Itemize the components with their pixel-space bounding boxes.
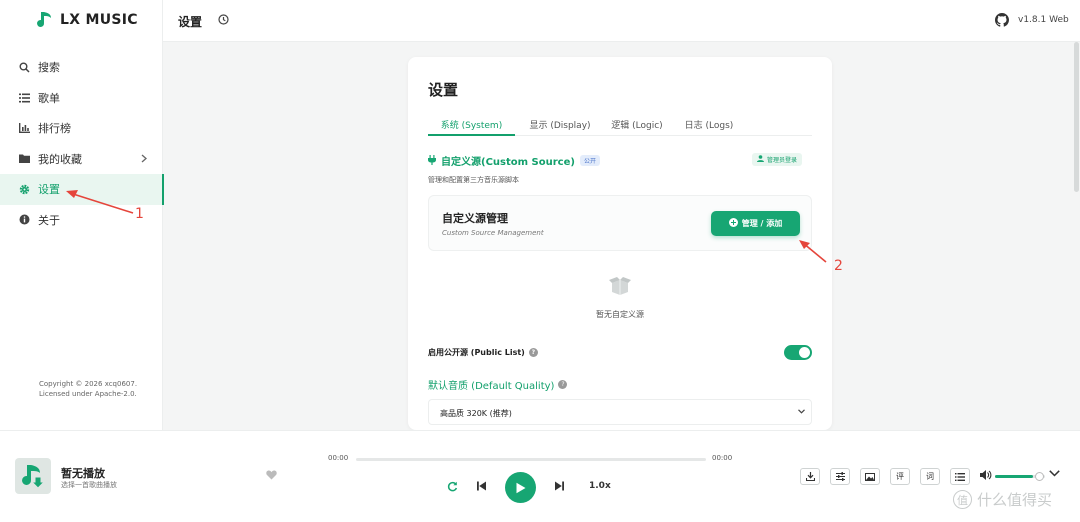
repeat-icon[interactable] <box>447 481 458 495</box>
track-subtitle: 选择一首歌曲播放 <box>61 481 117 489</box>
time-current: 00:00 <box>328 454 349 462</box>
download-button[interactable] <box>800 468 820 485</box>
lyrics-button[interactable]: 词 <box>920 468 940 485</box>
image-icon <box>865 472 875 481</box>
player-bar: 暂无播放 选择一首歌曲播放 00:00 00:00 1.0x 评 词 值 什么值… <box>0 430 1080 522</box>
play-icon <box>516 482 526 493</box>
comments-button[interactable]: 评 <box>890 468 910 485</box>
watermark-logo: 值 <box>953 490 972 509</box>
next-icon[interactable] <box>555 481 564 494</box>
previous-icon[interactable] <box>477 481 486 494</box>
album-cover[interactable] <box>15 458 51 494</box>
image-button[interactable] <box>860 468 880 485</box>
time-total: 00:00 <box>712 454 733 462</box>
play-button[interactable] <box>505 472 536 503</box>
volume-icon[interactable] <box>980 470 992 483</box>
playlist-icon <box>955 472 965 481</box>
playback-speed[interactable]: 1.0x <box>589 481 611 491</box>
annotation-marker-2: 2 <box>834 258 843 274</box>
annotation-arrow-2 <box>799 240 827 263</box>
annotation-marker-1: 1 <box>135 206 144 222</box>
watermark-text: 什么值得买 <box>977 491 1053 509</box>
annotation-arrow-1 <box>66 190 134 214</box>
equalizer-button[interactable] <box>830 468 850 485</box>
heart-icon[interactable] <box>266 470 277 483</box>
music-note-icon <box>22 465 45 489</box>
equalizer-icon <box>835 472 845 481</box>
watermark: 值 什么值得买 <box>953 489 1052 510</box>
volume-handle[interactable] <box>1034 472 1044 481</box>
download-icon <box>805 472 815 481</box>
playlist-button[interactable] <box>950 468 970 485</box>
progress-bar[interactable] <box>356 458 706 461</box>
collapse-chevron-icon[interactable] <box>1049 469 1060 480</box>
volume-fill <box>995 475 1033 478</box>
track-title: 暂无播放 <box>61 467 105 480</box>
